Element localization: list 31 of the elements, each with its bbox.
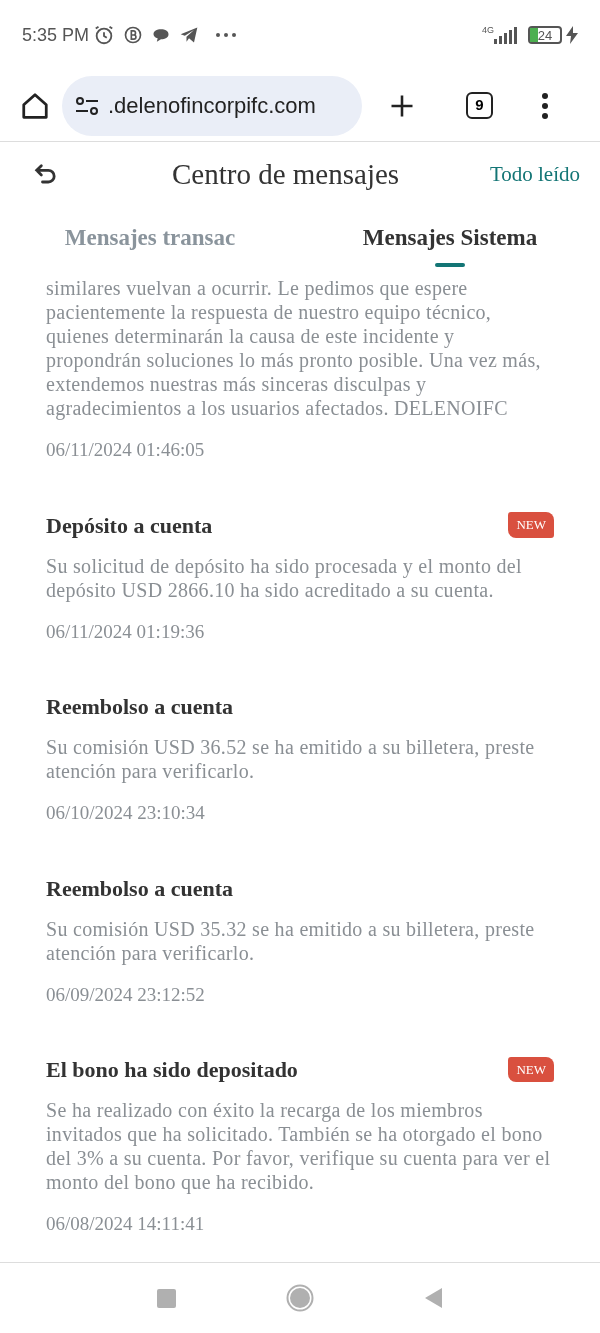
new-badge: NEW [508,512,554,538]
message-date: 06/09/2024 23:12:52 [46,982,206,1007]
message-body: Su solicitud de depósito ha sido procesada y el monto del depósito USD 2866.10 ha sido acreditado a su cuenta. [46,553,523,602]
menu-icon[interactable] [541,92,549,119]
send-icon [179,25,200,45]
new-badge: NEW [508,1056,554,1083]
message-date: 06/11/2024 01:19:36 [46,619,206,644]
charging-icon [566,26,578,44]
message-body: Se ha realizado con éxito la recarga de los miembros invitados que ha solicitado. También se ha otorgado el bono del 3% a su cuenta. Por favor, verifique su cuenta para ver el monto del bono que ha recibido. [46,1098,552,1194]
message-title: Reembolso a cuenta [46,874,233,903]
tab-count-button[interactable]: 9 [466,92,493,119]
message-title: El bono ha sido depositado [46,1056,298,1084]
tab[interactable]: Mensajes Sistema [300,208,600,274]
network-label: 4G [482,24,494,37]
mark-all-read-link[interactable]: Todo leído [489,159,580,191]
status-time: 5:35 PM [22,23,90,47]
message-title: Depósito a cuenta [46,511,213,540]
message-body: similares vuelvan a ocurrir. Le pedimos que espere pacientemente la respuesta de nuestro equipo técnico, quienes determinarán la causa de este incidente y propondrán soluciones lo más pronto posible. Una vez más, extendemos nuestras más sinceras disculpas y agradecimientos a los usuarios afectados. DELENOIFC [46,276,542,420]
url-text: .delenofincorpifc.com [108,92,316,120]
message-date: 06/10/2024 23:10:34 [46,801,206,825]
battery-indicator: 24 [528,26,562,44]
site-settings-icon [74,94,100,117]
more-icon [215,32,238,38]
message-date: 06/08/2024 14:11:41 [46,1212,206,1236]
message-body: Su comisión USD 36.52 se ha emitido a su billetera, preste atención para verificarlo. [46,735,536,783]
address-bar[interactable]: .delenofincorpifc.com [62,75,362,136]
home-icon[interactable] [20,90,50,121]
message-title: Reembolso a cuenta [46,693,233,721]
page-title: Centro de mensajes [172,157,400,193]
message-body: Su comisión USD 35.32 se ha emitido a su billetera, preste atención para verificarlo. [46,916,536,965]
message-date: 06/11/2024 01:46:05 [46,438,206,462]
